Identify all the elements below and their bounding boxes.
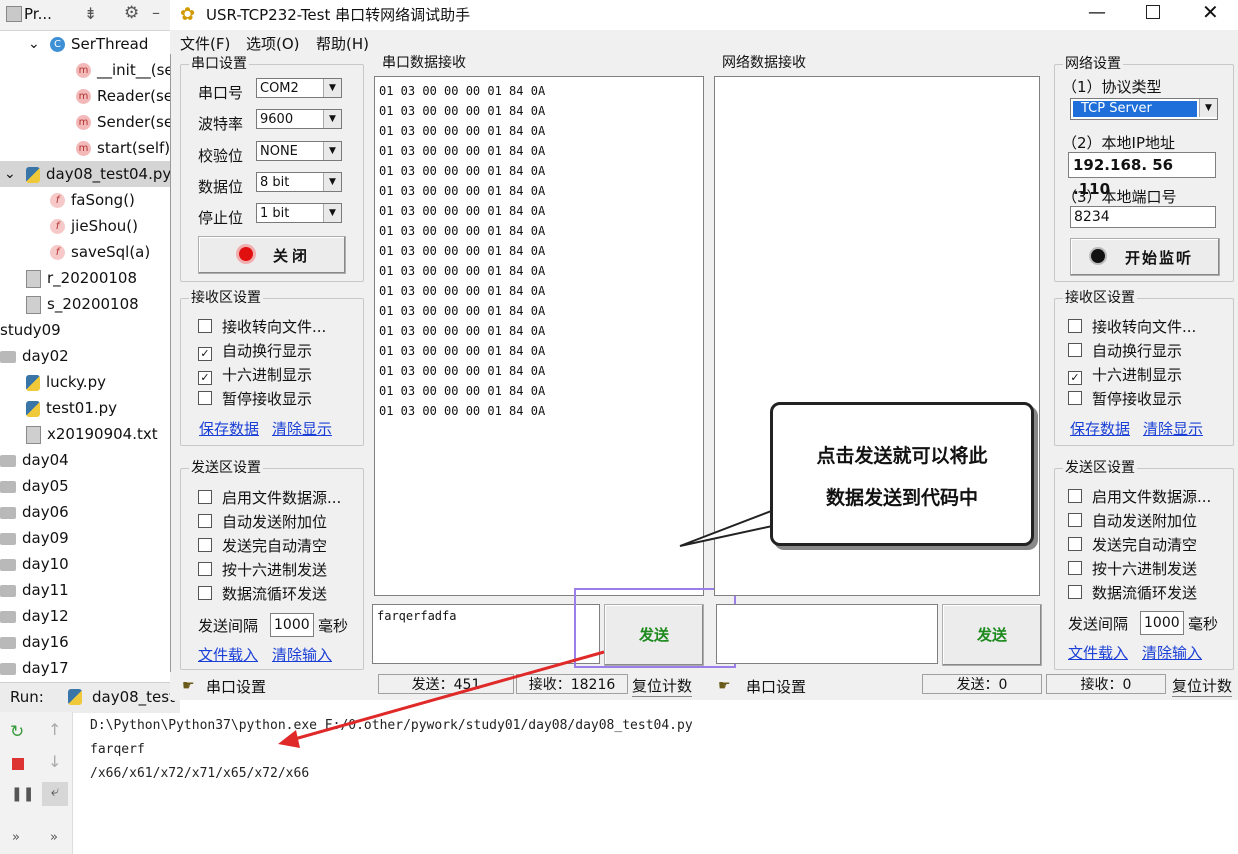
callout-bubble: 点击发送就可以将此 数据发送到代码中 bbox=[770, 402, 1034, 546]
callout-line-1: 点击发送就可以将此 bbox=[816, 445, 988, 467]
callout-line-2: 数据发送到代码中 bbox=[825, 487, 978, 509]
red-arrow bbox=[283, 650, 605, 744]
red-arrowhead bbox=[278, 730, 300, 748]
annotation-overlay bbox=[278, 498, 801, 748]
